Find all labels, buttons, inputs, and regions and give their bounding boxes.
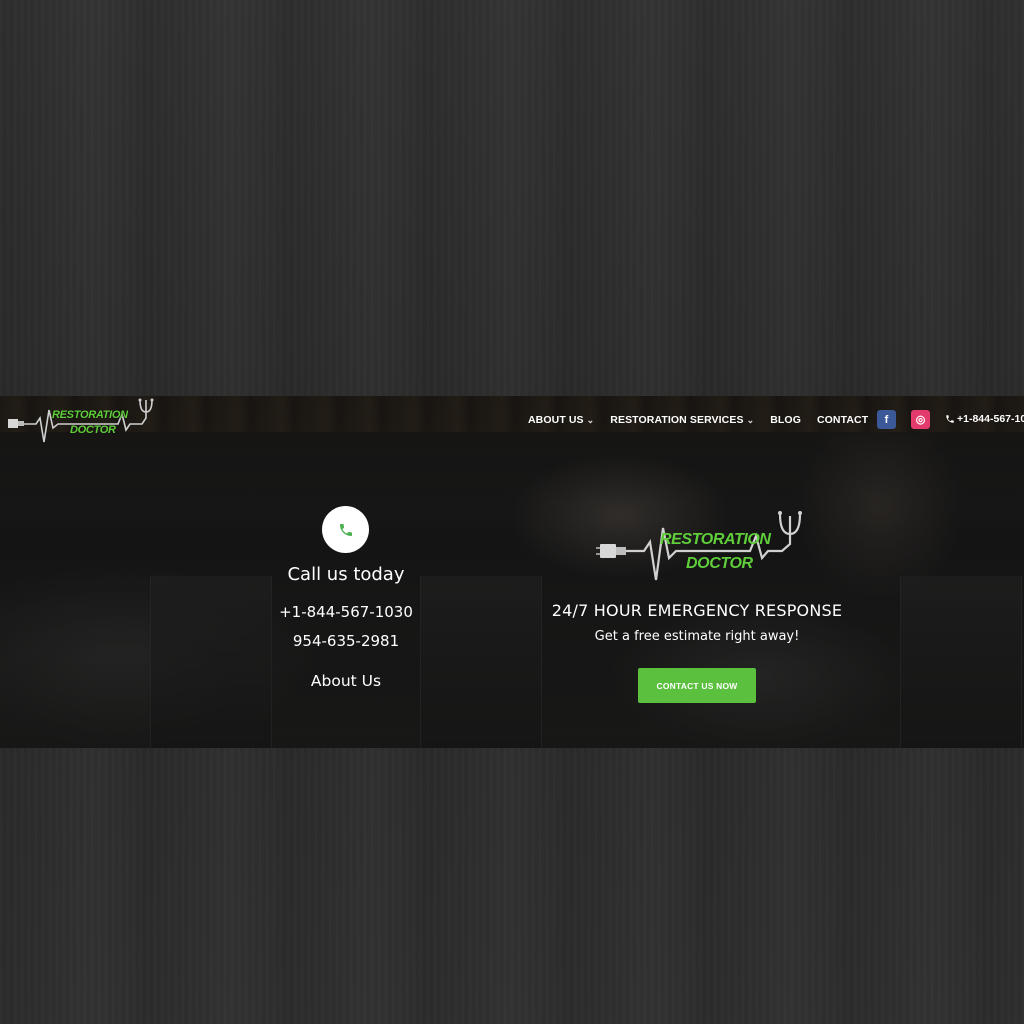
- phone-icon: [339, 523, 352, 536]
- nav-blog-label: BLOG: [770, 414, 801, 426]
- about-us-link[interactable]: About Us: [246, 672, 446, 690]
- emergency-headline: 24/7 HOUR EMERGENCY RESPONSE: [551, 601, 843, 620]
- call-icon-circle[interactable]: [322, 506, 369, 553]
- primary-phone-link[interactable]: +1-844-567-1030: [246, 603, 446, 621]
- facebook-icon[interactable]: f: [877, 410, 896, 429]
- hero-banner: [0, 396, 1024, 748]
- nav-about-us[interactable]: ABOUT US ⌄: [528, 414, 594, 426]
- estimate-subtext: Get a free estimate right away!: [594, 629, 800, 644]
- main-nav: ABOUT US ⌄ RESTORATION SERVICES ⌄ BLOG C…: [528, 410, 884, 430]
- logo-text-line2: DOCTOR: [70, 424, 116, 436]
- hero-logo-line2: DOCTOR: [686, 555, 753, 572]
- chevron-down-icon: ⌄: [746, 414, 755, 425]
- phone-icon: [946, 415, 954, 423]
- contact-us-now-button[interactable]: CONTACT US NOW: [638, 668, 756, 703]
- banner-overlay: [0, 396, 1024, 748]
- logo-heartbeat-icon: [8, 398, 154, 443]
- nav-contact[interactable]: CONTACT: [817, 414, 868, 426]
- header-phone-link[interactable]: +1-844-567-1030: [945, 413, 1024, 425]
- instagram-icon[interactable]: ◎: [911, 410, 930, 429]
- header-phone-number: +1-844-567-1030: [957, 413, 1024, 425]
- nav-restoration-services-label: RESTORATION SERVICES: [610, 414, 744, 426]
- chevron-down-icon: ⌄: [586, 414, 595, 425]
- logo-text-line1: RESTORATION: [52, 409, 128, 421]
- hero-logo-line1: RESTORATION: [660, 531, 771, 548]
- nav-about-us-label: ABOUT US: [528, 414, 584, 426]
- hero-logo: RESTORATION DOCTOR: [594, 506, 804, 586]
- call-us-title: Call us today: [287, 564, 405, 585]
- nav-blog[interactable]: BLOG: [770, 414, 801, 426]
- secondary-phone-link[interactable]: 954-635-2981: [246, 632, 446, 650]
- site-logo[interactable]: RESTORATION DOCTOR: [6, 396, 156, 446]
- nav-contact-label: CONTACT: [816, 414, 869, 426]
- nav-restoration-services[interactable]: RESTORATION SERVICES ⌄: [610, 414, 754, 426]
